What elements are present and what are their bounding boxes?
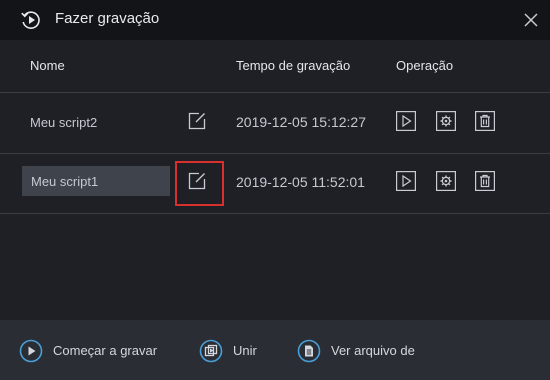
view-file-label: Ver arquivo de <box>331 343 415 358</box>
play-icon[interactable] <box>396 171 416 191</box>
trash-icon[interactable] <box>475 171 495 191</box>
close-icon[interactable] <box>520 9 542 31</box>
start-recording-label: Começar a gravar <box>53 343 158 358</box>
trash-icon[interactable] <box>475 111 495 131</box>
record-replay-icon <box>21 11 40 29</box>
file-icon <box>297 339 321 363</box>
gear-icon[interactable] <box>436 171 456 191</box>
column-header-time: Tempo de gravação <box>236 58 351 73</box>
table-row: Meu script2 2019-12-05 15:12:27 <box>0 93 550 154</box>
footer-bar: Começar a gravar Unir Ver arquivo de <box>0 320 550 380</box>
script-name: Meu script2 <box>30 115 98 130</box>
edit-icon[interactable] <box>188 112 206 130</box>
play-circle-icon <box>19 339 43 363</box>
window-title: Fazer gravação <box>55 10 160 27</box>
merge-icon <box>199 339 223 363</box>
column-header-name: Nome <box>30 58 65 73</box>
table-header: Nome Tempo de gravação Operação <box>0 40 550 93</box>
title-bar: Fazer gravação <box>0 0 550 40</box>
gear-icon[interactable] <box>436 111 456 131</box>
table-row: 2019-12-05 11:52:01 <box>0 153 550 214</box>
play-icon[interactable] <box>396 111 416 131</box>
recording-time: 2019-12-05 15:12:27 <box>236 114 366 130</box>
recording-time: 2019-12-05 11:52:01 <box>236 174 365 190</box>
merge-label: Unir <box>233 343 257 358</box>
script-name-input[interactable] <box>22 166 170 196</box>
edit-icon[interactable] <box>188 172 206 190</box>
column-header-operation: Operação <box>396 58 454 73</box>
